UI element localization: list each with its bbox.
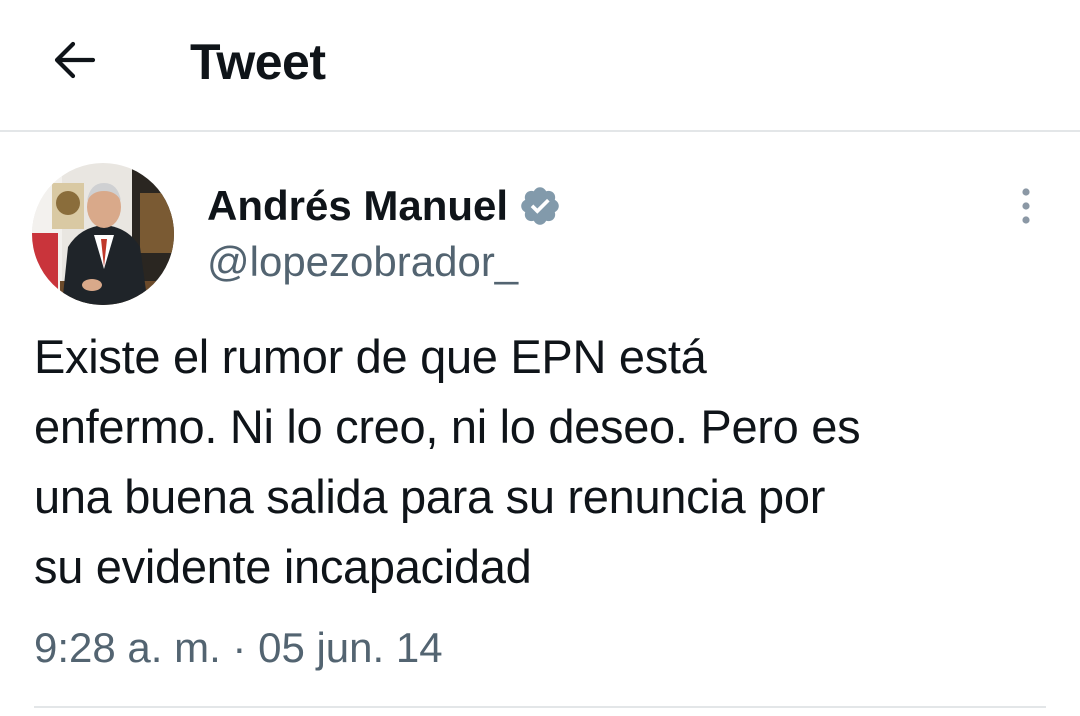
more-vertical-icon bbox=[1022, 188, 1030, 224]
tweet-text-line: su evidente incapacidad bbox=[34, 540, 532, 593]
more-options-button[interactable] bbox=[1006, 182, 1046, 230]
tweet-text-line: una buena salida para su renuncia por bbox=[34, 470, 826, 523]
author-handle[interactable]: @lopezobrador_ bbox=[207, 236, 518, 288]
author-name-row: Andrés Manuel bbox=[207, 180, 562, 232]
tweet-text: Existe el rumor de que EPN está enfermo.… bbox=[34, 322, 1054, 602]
top-bar: Tweet bbox=[0, 0, 1080, 132]
arrow-left-icon bbox=[54, 41, 96, 79]
back-button[interactable] bbox=[46, 32, 102, 88]
divider bbox=[34, 706, 1046, 708]
page-title: Tweet bbox=[190, 34, 326, 90]
verified-badge-icon bbox=[518, 184, 562, 228]
tweet-text-line: enfermo. Ni lo creo, ni lo deseo. Pero e… bbox=[34, 400, 861, 453]
author-display-name[interactable]: Andrés Manuel bbox=[207, 180, 508, 232]
tweet-timestamp[interactable]: 9:28 a. m. · 05 jun. 14 bbox=[34, 620, 443, 676]
tweet-text-line: Existe el rumor de que EPN está bbox=[34, 330, 707, 383]
avatar[interactable] bbox=[32, 163, 174, 305]
